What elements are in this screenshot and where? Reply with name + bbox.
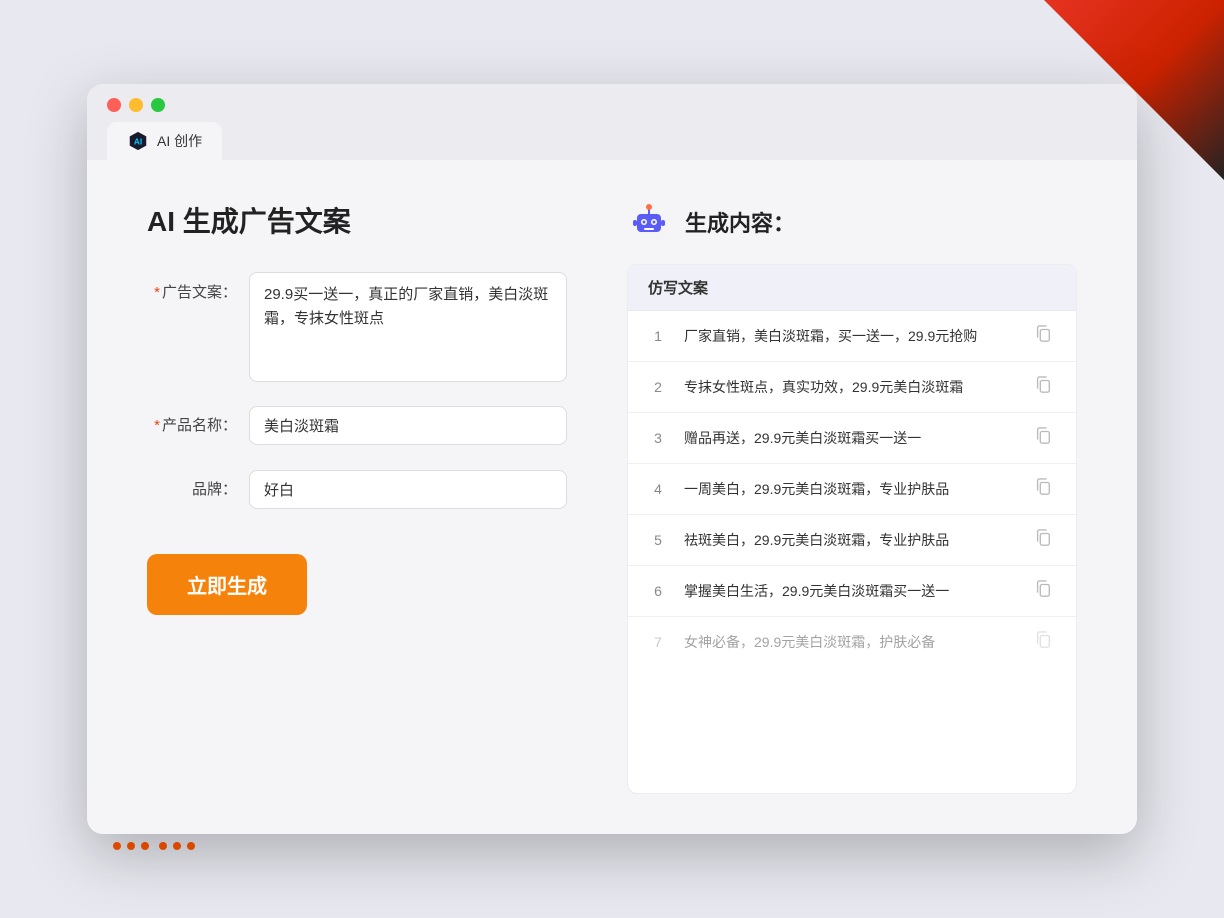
- result-table: 仿写文案 1 厂家直销，美白淡斑霜，买一送一，29.9元抢购 2 专抹女性斑点，真实功…: [627, 264, 1077, 794]
- ad-copy-label: *广告文案：: [147, 272, 237, 305]
- browser-tabs: AI AI 创作: [107, 122, 1117, 160]
- required-star-2: *: [154, 417, 160, 434]
- traffic-light-close[interactable]: [107, 98, 121, 112]
- result-header: 生成内容：: [627, 200, 1077, 244]
- row-number: 7: [648, 634, 668, 650]
- product-name-label: *产品名称：: [147, 406, 237, 446]
- required-star-1: *: [154, 284, 160, 301]
- svg-text:AI: AI: [134, 138, 142, 147]
- table-row: 5 祛斑美白，29.9元美白淡斑霜，专业护肤品: [628, 515, 1076, 566]
- row-number: 6: [648, 583, 668, 599]
- table-header: 仿写文案: [628, 265, 1076, 311]
- copy-button[interactable]: [1034, 529, 1056, 551]
- row-text: 赠品再送，29.9元美白淡斑霜买一送一: [684, 428, 1018, 449]
- row-text: 祛斑美白，29.9元美白淡斑霜，专业护肤品: [684, 530, 1018, 551]
- table-row: 6 掌握美白生活，29.9元美白淡斑霜买一送一: [628, 566, 1076, 617]
- row-number: 1: [648, 328, 668, 344]
- brand-group: 品牌：: [147, 470, 567, 510]
- traffic-light-fullscreen[interactable]: [151, 98, 165, 112]
- row-text: 一周美白，29.9元美白淡斑霜，专业护肤品: [684, 479, 1018, 500]
- product-name-input[interactable]: [249, 406, 567, 445]
- result-rows: 1 厂家直销，美白淡斑霜，买一送一，29.9元抢购 2 专抹女性斑点，真实功效，29.…: [628, 311, 1076, 667]
- traffic-light-minimize[interactable]: [129, 98, 143, 112]
- row-number: 5: [648, 532, 668, 548]
- table-row: 2 专抹女性斑点，真实功效，29.9元美白淡斑霜: [628, 362, 1076, 413]
- active-tab[interactable]: AI AI 创作: [107, 122, 222, 160]
- row-text: 厂家直销，美白淡斑霜，买一送一，29.9元抢购: [684, 326, 1018, 347]
- row-number: 4: [648, 481, 668, 497]
- left-panel: AI 生成广告文案 *广告文案： *产品名称： 品牌： 立: [147, 200, 567, 794]
- bg-dots: [110, 839, 198, 858]
- copy-button[interactable]: [1034, 580, 1056, 602]
- copy-button[interactable]: [1034, 631, 1056, 653]
- table-row: 3 赠品再送，29.9元美白淡斑霜买一送一: [628, 413, 1076, 464]
- traffic-lights: [107, 98, 1117, 112]
- table-row: 4 一周美白，29.9元美白淡斑霜，专业护肤品: [628, 464, 1076, 515]
- product-name-group: *产品名称：: [147, 406, 567, 446]
- page-title: AI 生成广告文案: [147, 200, 567, 240]
- browser-window: AI AI 创作 AI 生成广告文案 *广告文案： *产品名称：: [87, 84, 1137, 834]
- row-number: 2: [648, 379, 668, 395]
- ai-tab-icon: AI: [127, 130, 149, 152]
- result-title: 生成内容：: [685, 206, 795, 238]
- right-panel: 生成内容： 仿写文案 1 厂家直销，美白淡斑霜，买一送一，29.9元抢购 2 专抹女性…: [627, 200, 1077, 794]
- copy-button[interactable]: [1034, 376, 1056, 398]
- table-row: 1 厂家直销，美白淡斑霜，买一送一，29.9元抢购: [628, 311, 1076, 362]
- ad-copy-input[interactable]: [249, 272, 567, 382]
- copy-button[interactable]: [1034, 478, 1056, 500]
- tab-label: AI 创作: [157, 131, 202, 151]
- brand-label: 品牌：: [147, 470, 237, 510]
- browser-chrome: AI AI 创作: [87, 84, 1137, 160]
- browser-content: AI 生成广告文案 *广告文案： *产品名称： 品牌： 立: [87, 160, 1137, 834]
- row-text: 专抹女性斑点，真实功效，29.9元美白淡斑霜: [684, 377, 1018, 398]
- row-number: 3: [648, 430, 668, 446]
- robot-icon: [627, 200, 671, 244]
- ad-copy-group: *广告文案：: [147, 272, 567, 382]
- copy-button[interactable]: [1034, 325, 1056, 347]
- row-text: 掌握美白生活，29.9元美白淡斑霜买一送一: [684, 581, 1018, 602]
- row-text: 女神必备，29.9元美白淡斑霜，护肤必备: [684, 632, 1018, 653]
- copy-button[interactable]: [1034, 427, 1056, 449]
- table-row: 7 女神必备，29.9元美白淡斑霜，护肤必备: [628, 617, 1076, 667]
- generate-button[interactable]: 立即生成: [147, 554, 307, 615]
- brand-input[interactable]: [249, 470, 567, 509]
